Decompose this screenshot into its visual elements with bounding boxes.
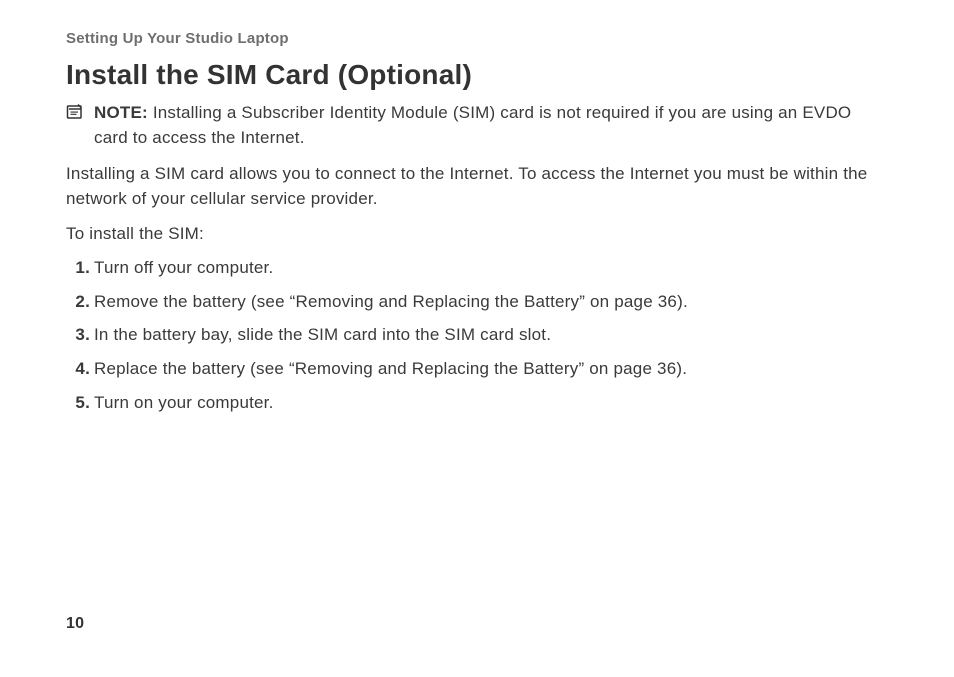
list-item: Replace the battery (see “Removing and R… [94,357,882,382]
note-block: NOTE: Installing a Subscriber Identity M… [66,101,882,150]
steps-list: Turn off your computer. Remove the batte… [66,256,882,415]
section-header: Setting Up Your Studio Laptop [66,30,882,47]
list-item: Turn off your computer. [94,256,882,281]
paragraph-lead: To install the SIM: [66,222,882,247]
page-number: 10 [66,615,84,633]
note-body: Installing a Subscriber Identity Module … [94,103,851,147]
paragraph-intro: Installing a SIM card allows you to conn… [66,162,882,211]
page: Setting Up Your Studio Laptop Install th… [0,0,954,677]
list-item: Turn on your computer. [94,391,882,416]
list-item: Remove the battery (see “Removing and Re… [94,290,882,315]
note-text: NOTE: Installing a Subscriber Identity M… [94,101,882,150]
page-title: Install the SIM Card (Optional) [66,59,882,91]
list-item: In the battery bay, slide the SIM card i… [94,323,882,348]
note-icon [66,103,84,121]
note-label: NOTE: [94,103,148,122]
